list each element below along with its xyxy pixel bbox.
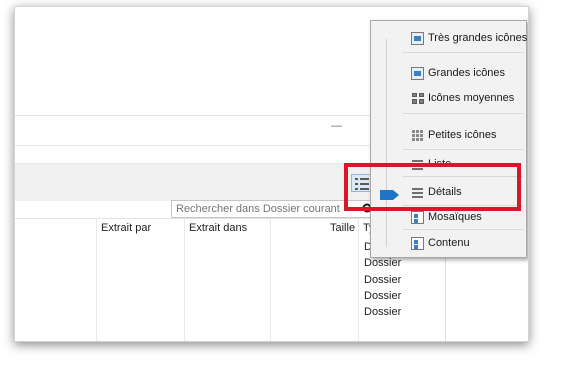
menu-item-label: Icônes moyennes [428,92,515,104]
menu-item-label: Grandes icônes [428,67,506,79]
search-field[interactable] [171,200,371,218]
menu-item-medium-icons[interactable]: Icônes moyennes [411,88,514,108]
large-icons-icon [411,66,424,80]
menu-separator [403,149,523,150]
column-header-extrait-par[interactable]: Extrait par [101,222,151,234]
small-icons-icon [411,129,424,142]
type-cell: Dossier [364,289,402,302]
menu-item-label: Contenu [428,237,470,249]
view-size-slider-track[interactable] [386,39,387,247]
menu-separator [403,52,523,53]
menu-item-content[interactable]: Contenu [411,233,470,253]
column-divider [96,218,97,341]
menu-item-small-icons[interactable]: Petites icônes [411,125,496,145]
view-options-menu: Très grandes icônes Grandes icônes Icône… [370,20,527,258]
column-header-taille[interactable]: Taille [330,222,355,234]
highlight-rectangle [344,163,521,211]
type-cell: Dossier [364,273,402,286]
column-divider [270,218,271,341]
menu-separator [403,113,523,114]
column-header-extrait-dans[interactable]: Extrait dans [189,222,247,234]
column-divider [358,218,359,341]
minimize-button[interactable]: — [331,120,342,132]
content-icon [411,236,424,250]
menu-item-label: Très grandes icônes [428,32,528,44]
menu-item-label: Mosaïques [428,211,482,223]
column-divider [184,218,185,341]
menu-item-extra-large-icons[interactable]: Très grandes icônes [411,28,527,48]
type-cell: Dossier [364,306,402,319]
tiles-icon [411,210,424,224]
menu-separator [403,229,523,230]
search-input[interactable] [172,201,370,217]
menu-item-large-icons[interactable]: Grandes icônes [411,63,505,83]
menu-item-label: Petites icônes [428,129,497,141]
explorer-screenshot-frame: — Extrait par Extrait dans Taille Ty [14,6,529,342]
extra-large-icons-icon [411,31,424,45]
medium-icons-icon [411,92,424,105]
type-cell: Dossier [364,257,402,270]
